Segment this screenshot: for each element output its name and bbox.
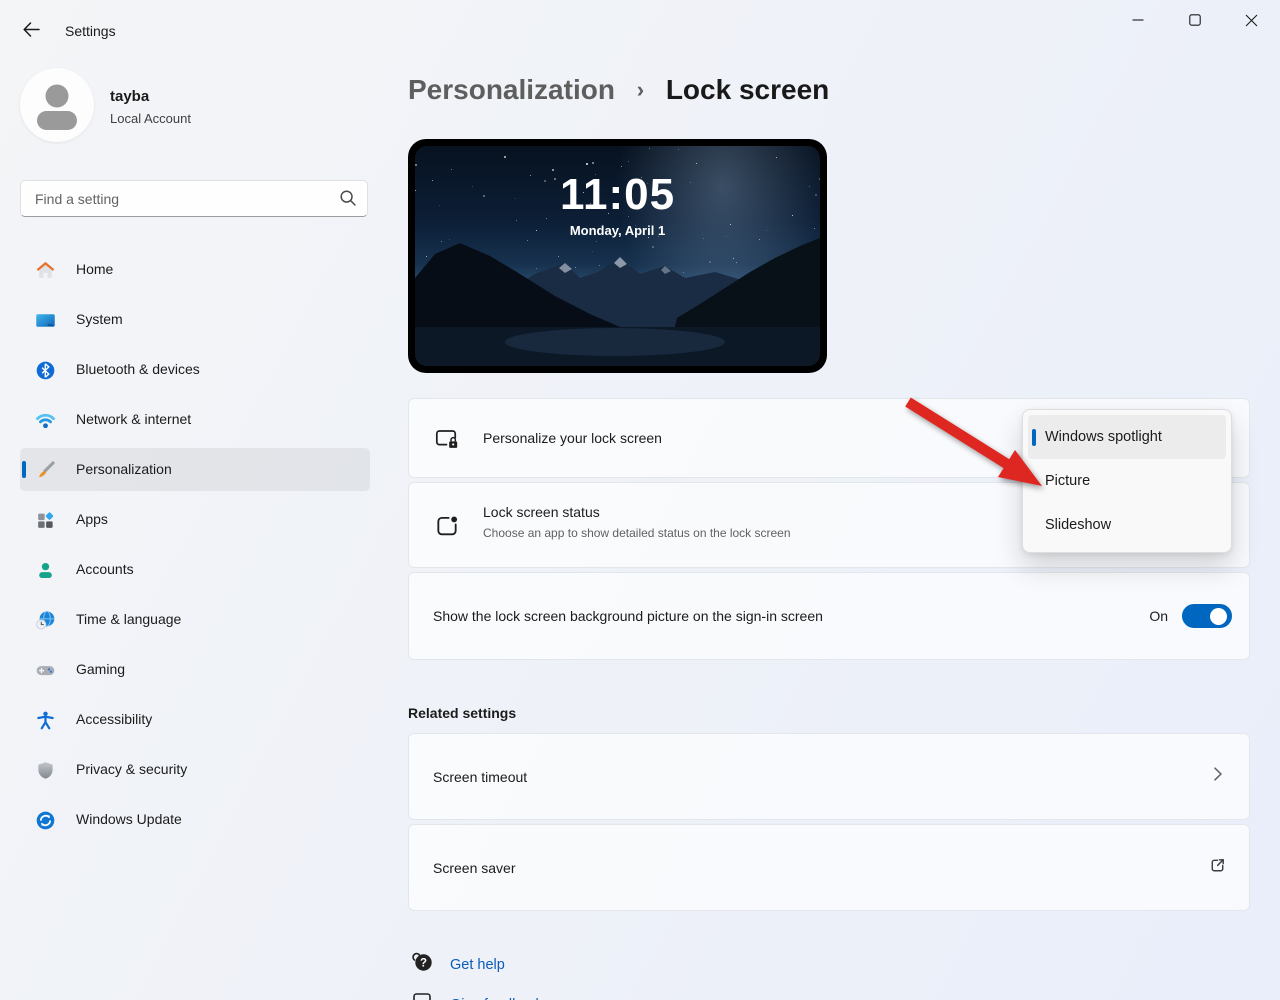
lock-screen-dropdown-flyout: Windows spotlight Picture Slideshow [1022,409,1232,553]
apps-icon [33,508,57,532]
chevron-right-icon [1209,765,1227,788]
sidebar-item-windows-update[interactable]: Windows Update [20,798,370,841]
dropdown-item-slideshow[interactable]: Slideshow [1028,503,1226,547]
person-icon [20,68,94,142]
sidebar-item-accessibility[interactable]: Accessibility [20,698,370,741]
related-settings-header: Related settings [408,705,516,721]
bluetooth-icon [33,358,57,382]
maximize-button[interactable] [1166,0,1223,40]
settings-window: Settings tayba Local Account [0,0,1280,1000]
signin-background-toggle[interactable] [1182,604,1232,628]
close-button[interactable] [1223,0,1280,40]
sidebar-item-time-language[interactable]: Time & language [20,598,370,641]
window-controls [1109,0,1280,40]
related-title: Screen saver [433,860,515,876]
sidebar-item-apps[interactable]: Apps [20,498,370,541]
accessibility-icon [33,708,57,732]
personalization-icon [33,458,57,482]
preview-time: 11:05 [415,172,820,218]
setting-title: Show the lock screen background picture … [433,608,823,624]
titlebar: Settings [0,0,1280,46]
search-box [20,180,368,217]
related-title: Screen timeout [433,769,527,785]
lock-screen-photo: 11:05 Monday, April 1 [415,146,820,366]
minimize-icon [1132,14,1144,26]
sidebar-item-personalization[interactable]: Personalization [20,448,370,491]
sidebar-item-accounts[interactable]: Accounts [20,548,370,591]
accounts-icon [33,558,57,582]
account-name: tayba [110,88,149,105]
give-feedback-link[interactable]: Give feedback [408,988,543,1000]
windows-update-icon [33,808,57,832]
system-icon [33,308,57,332]
search-input[interactable] [20,180,368,217]
sidebar-item-bluetooth-devices[interactable]: Bluetooth & devices [20,348,370,391]
svg-text:?: ? [420,958,427,970]
toggle-state-label: On [1149,608,1168,624]
minimize-button[interactable] [1109,0,1166,40]
breadcrumb: Personalization › Lock screen [408,74,829,106]
dropdown-item-label: Picture [1045,473,1090,489]
gaming-icon [33,658,57,682]
maximize-icon [1189,14,1201,26]
sidebar-item-network-internet[interactable]: Network & internet [20,398,370,441]
breadcrumb-parent[interactable]: Personalization [408,74,615,105]
setting-subtitle: Choose an app to show detailed status on… [483,526,791,540]
get-help-link[interactable]: ? Get help [408,948,505,981]
related-row-screen-timeout[interactable]: Screen timeout [408,733,1250,820]
related-row-screen-saver[interactable]: Screen saver [408,824,1250,911]
dropdown-item-picture[interactable]: Picture [1028,459,1226,503]
setting-row-signin-background: Show the lock screen background picture … [408,572,1250,660]
home-icon [33,258,57,282]
breadcrumb-separator-icon: › [637,77,644,102]
lock-screen-status-icon [434,513,460,539]
back-button[interactable] [16,16,46,46]
back-arrow-icon [23,22,40,40]
give-feedback-label: Give feedback [450,997,543,1000]
preview-date: Monday, April 1 [415,223,820,238]
preview-clock: 11:05 Monday, April 1 [415,172,820,238]
network-icon [33,408,57,432]
sidebar-item-system[interactable]: System [20,298,370,341]
sidebar-item-home[interactable]: Home [20,248,370,291]
get-help-label: Get help [450,957,505,973]
app-title: Settings [65,23,116,39]
get-help-icon: ? [408,948,436,981]
sidebar-item-privacy-security[interactable]: Privacy & security [20,748,370,791]
setting-title: Lock screen status [483,504,600,520]
personalize-lock-icon [434,426,460,452]
account-type: Local Account [110,111,191,126]
privacy-icon [33,758,57,782]
time-language-icon [33,608,57,632]
dropdown-item-label: Slideshow [1045,517,1111,533]
toggle-knob [1210,608,1227,625]
avatar[interactable] [20,68,94,142]
dropdown-item-windows-spotlight[interactable]: Windows spotlight [1028,415,1226,459]
give-feedback-icon [408,988,436,1000]
external-link-icon [1208,856,1227,880]
search-icon [338,188,358,213]
sidebar: Home System Bluetooth & devices Network … [20,248,370,848]
page-title: Lock screen [666,74,829,105]
close-icon [1245,14,1258,27]
toggle-group: On [1149,604,1232,628]
setting-title: Personalize your lock screen [483,430,662,446]
dropdown-item-label: Windows spotlight [1045,429,1162,445]
lock-screen-preview: 11:05 Monday, April 1 [408,139,827,373]
sidebar-item-gaming[interactable]: Gaming [20,648,370,691]
